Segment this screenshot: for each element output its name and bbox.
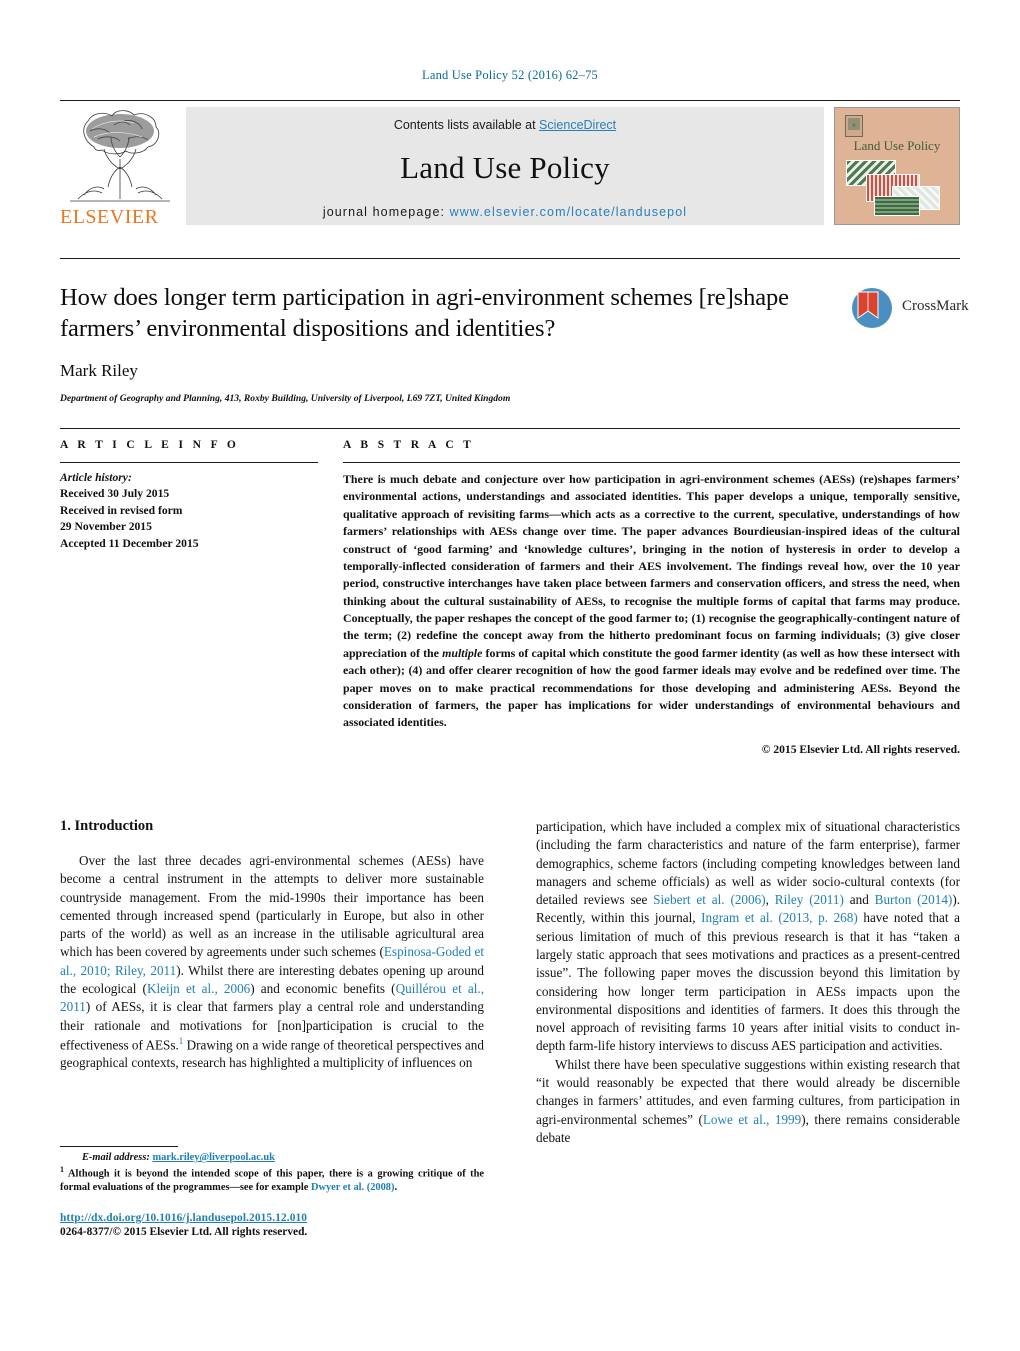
text-run: ) and economic benefits (	[250, 980, 396, 996]
issn-copyright: 0264-8377/© 2015 Elsevier Ltd. All right…	[60, 1226, 308, 1238]
elsevier-logo: ELSEVIER	[60, 107, 178, 228]
doi-link-wrap: http://dx.doi.org/10.1016/j.landusepol.2…	[60, 1212, 560, 1224]
crossmark-icon	[850, 286, 894, 330]
article-history-item: Accepted 11 December 2015	[60, 536, 199, 550]
elsevier-tree-icon	[64, 107, 176, 208]
abstract-column: A B S T R A C T There is much debate and…	[343, 439, 960, 756]
body-paragraph: Over the last three decades agri-environ…	[60, 852, 484, 1073]
body-paragraph: Whilst there have been speculative sugge…	[536, 1056, 960, 1147]
info-abstract-block: A R T I C L E I N F O Article history: R…	[60, 428, 960, 756]
footnote-block: E-mail address: mark.riley@liverpool.ac.…	[60, 1146, 484, 1195]
body-column-right: participation, which have included a com…	[536, 818, 960, 1147]
article-body: 1. Introduction Over the last three deca…	[60, 818, 960, 1147]
text-run: and	[843, 892, 875, 908]
title-top-rule	[60, 258, 960, 259]
journal-masthead: ELSEVIER Contents lists available at Sci…	[60, 100, 960, 228]
article-history-item: Received 30 July 2015	[60, 487, 170, 501]
abstract-text: There is much debate and conjecture over…	[343, 471, 960, 732]
doi-link[interactable]: http://dx.doi.org/10.1016/j.landusepol.2…	[60, 1212, 307, 1224]
email-link[interactable]: mark.riley@liverpool.ac.uk	[152, 1152, 275, 1163]
page-footer: http://dx.doi.org/10.1016/j.landusepol.2…	[60, 1212, 560, 1238]
contents-line: Contents lists available at ScienceDirec…	[186, 107, 824, 132]
cover-elsevier-mark-icon	[845, 115, 863, 137]
sciencedirect-link[interactable]: ScienceDirect	[539, 118, 616, 132]
crossmark-badge[interactable]: CrossMark	[850, 280, 969, 340]
citation-dwyer[interactable]: Dwyer et al. (2008)	[311, 1182, 395, 1193]
contents-prefix: Contents lists available at	[393, 118, 540, 132]
footnote-rule	[60, 1146, 178, 1147]
cover-photo-4	[874, 196, 920, 216]
article-history-item: Received in revised form	[60, 503, 183, 517]
citation-riley[interactable]: Riley (2011)	[775, 892, 844, 907]
abstract-heading: A B S T R A C T	[343, 439, 475, 451]
page-title: How does longer term participation in ag…	[60, 284, 789, 342]
body-column-left: 1. Introduction Over the last three deca…	[60, 818, 484, 1147]
journal-title: Land Use Policy	[400, 150, 610, 185]
article-history-item: 29 November 2015	[60, 520, 152, 534]
citation-lowe[interactable]: Lowe et al., 1999	[703, 1112, 801, 1127]
elsevier-wordmark: ELSEVIER	[60, 206, 159, 228]
citation-burton[interactable]: Burton (2014)	[875, 892, 953, 907]
journal-homepage-line: journal homepage: www.elsevier.com/locat…	[186, 205, 824, 219]
corresponding-email: E-mail address: mark.riley@liverpool.ac.…	[60, 1152, 484, 1163]
article-history: Article history: Received 30 July 2015 R…	[60, 470, 318, 552]
info-abstract-top-rule	[60, 428, 960, 429]
section-heading-introduction: 1. Introduction	[60, 818, 154, 834]
article-history-label: Article history:	[60, 471, 132, 484]
footnote-number: 1	[60, 1165, 64, 1174]
title-block: How does longer term participation in ag…	[60, 258, 969, 404]
citation-siebert[interactable]: Siebert et al. (2006)	[653, 892, 765, 907]
footnote-text: 1 Although it is beyond the intended scop…	[60, 1165, 484, 1195]
abstract-rule	[343, 462, 960, 463]
text-run: ,	[765, 892, 775, 908]
abstract-italic-term: multiple	[442, 645, 483, 660]
cover-title: Land Use Policy	[853, 138, 941, 153]
email-label: E-mail address:	[82, 1152, 150, 1163]
running-head: Land Use Policy 52 (2016) 62–75	[422, 68, 598, 82]
homepage-prefix: journal homepage:	[322, 205, 450, 219]
journal-cover-thumbnail: Land Use Policy	[834, 107, 960, 225]
author-affiliation: Department of Geography and Planning, 41…	[60, 392, 511, 404]
citation-kleijn[interactable]: Kleijn et al., 2006	[147, 981, 250, 996]
abstract-copyright: © 2015 Elsevier Ltd. All rights reserved…	[761, 742, 960, 756]
masthead-top-rule	[60, 100, 960, 101]
text-run: Although it is beyond the intended scope…	[60, 1168, 484, 1194]
abstract-part-1: There is much debate and conjecture over…	[343, 472, 960, 660]
article-info-heading: A R T I C L E I N F O	[60, 439, 240, 451]
cover-photo-collage	[844, 160, 952, 218]
body-paragraph: participation, which have included a com…	[536, 818, 960, 1056]
author-name: Mark Riley	[60, 360, 138, 380]
journal-article-page: Land Use Policy 52 (2016) 62–75 ELSEVIER…	[0, 0, 1020, 1351]
crossmark-label: CrossMark	[902, 298, 969, 314]
citation-ingram[interactable]: Ingram et al. (2013, p. 268)	[701, 910, 858, 925]
text-run: have noted that a serious limitation of …	[536, 910, 961, 1054]
text-run: .	[394, 1182, 398, 1194]
article-info-rule	[60, 462, 318, 463]
article-info-column: A R T I C L E I N F O Article history: R…	[60, 439, 318, 756]
journal-homepage-link[interactable]: www.elsevier.com/locate/landusepol	[450, 205, 688, 219]
masthead-banner: Contents lists available at ScienceDirec…	[186, 107, 824, 225]
